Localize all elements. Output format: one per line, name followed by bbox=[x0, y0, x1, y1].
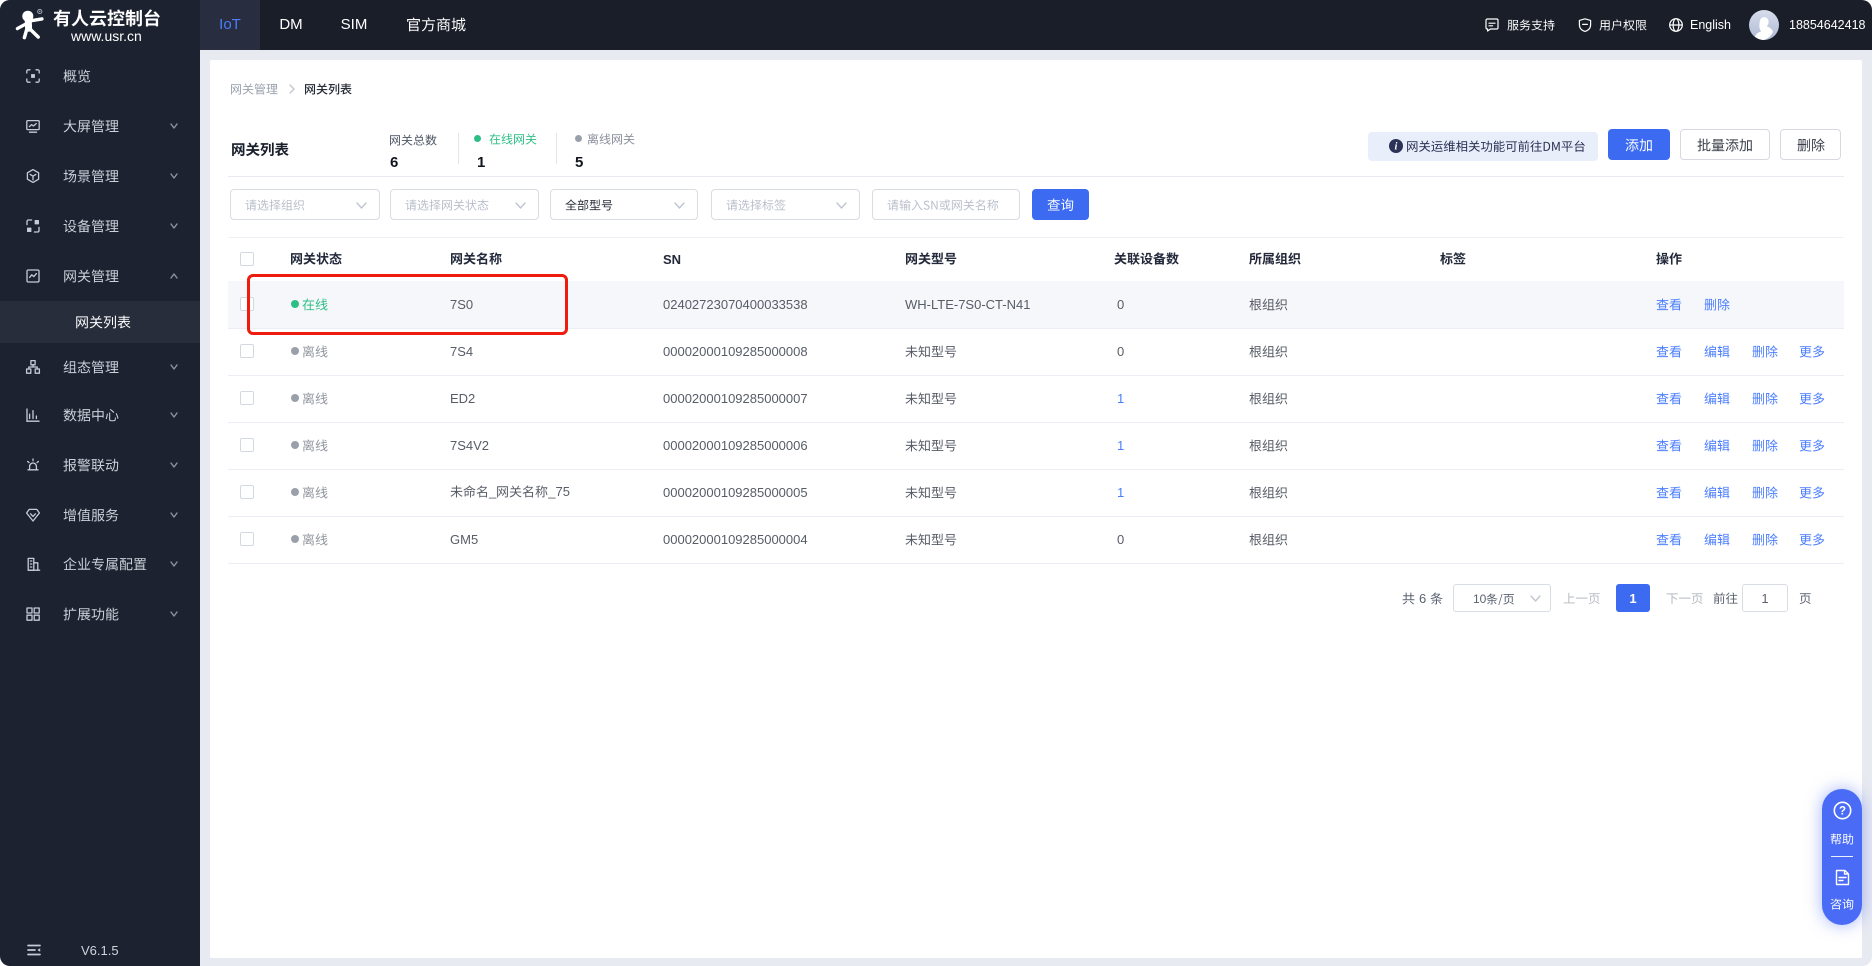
svg-text:?: ? bbox=[1839, 806, 1846, 818]
svg-text:i: i bbox=[1395, 142, 1398, 153]
